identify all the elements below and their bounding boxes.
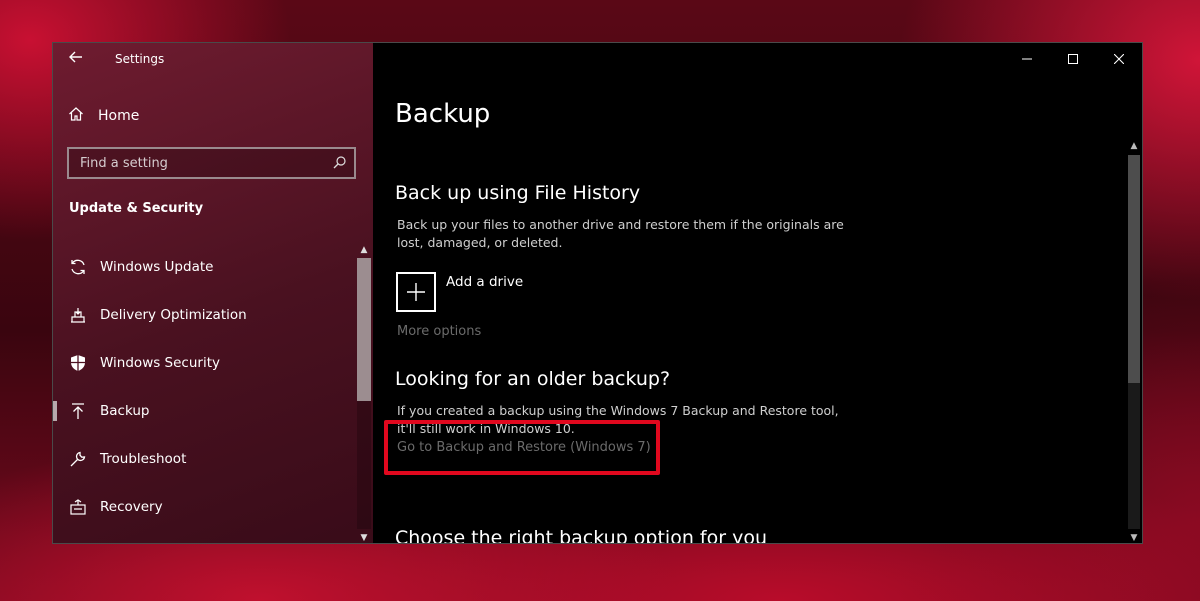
main-scrollbar[interactable]: ▲ ▼ xyxy=(1126,139,1142,543)
scroll-up-icon[interactable]: ▲ xyxy=(356,243,372,257)
search-input[interactable] xyxy=(80,155,333,171)
wrench-icon xyxy=(68,449,88,469)
scrollbar-track[interactable] xyxy=(1128,383,1140,529)
sidebar-item-label: Recovery xyxy=(100,499,163,515)
sidebar-item-windows-update[interactable]: Windows Update xyxy=(53,243,358,291)
sidebar: Settings Home Update & Security Windows … xyxy=(53,43,373,543)
section-title: Update & Security xyxy=(69,201,204,216)
sync-icon xyxy=(68,257,88,277)
scrollbar-track[interactable] xyxy=(357,401,371,529)
sidebar-item-label: Troubleshoot xyxy=(100,451,187,467)
scroll-up-icon[interactable]: ▲ xyxy=(1126,139,1142,153)
main-panel: Backup Back up using File History Back u… xyxy=(373,43,1142,543)
back-arrow-icon[interactable] xyxy=(63,49,89,69)
file-history-description: Back up your files to another drive and … xyxy=(397,217,844,250)
scroll-down-icon[interactable]: ▼ xyxy=(1126,531,1142,543)
sidebar-item-label: Delivery Optimization xyxy=(100,307,247,323)
scrollbar-thumb[interactable] xyxy=(357,258,371,401)
page-title: Backup xyxy=(395,99,491,129)
app-title: Settings xyxy=(115,52,165,66)
add-drive-button[interactable]: Add a drive xyxy=(396,272,523,312)
sidebar-scrollbar[interactable]: ▲ ▼ xyxy=(356,243,372,543)
sidebar-item-troubleshoot[interactable]: Troubleshoot xyxy=(53,435,358,483)
scroll-down-icon[interactable]: ▼ xyxy=(356,531,372,543)
settings-window: Settings Home Update & Security Windows … xyxy=(52,42,1143,544)
recovery-icon xyxy=(68,497,88,517)
sidebar-item-backup[interactable]: Backup xyxy=(53,387,358,435)
sidebar-item-recovery[interactable]: Recovery xyxy=(53,483,358,531)
highlight-box xyxy=(384,420,660,475)
nav-list: Windows Update Delivery Optimization Win… xyxy=(53,243,358,531)
sidebar-item-label: Windows Security xyxy=(100,355,220,371)
sidebar-item-delivery-optimization[interactable]: Delivery Optimization xyxy=(53,291,358,339)
search-box[interactable] xyxy=(67,147,356,179)
add-drive-label: Add a drive xyxy=(446,274,524,290)
file-history-heading: Back up using File History xyxy=(395,182,641,204)
home-label: Home xyxy=(98,108,140,124)
shield-icon xyxy=(68,353,88,373)
backup-arrow-icon xyxy=(68,401,88,421)
search-icon[interactable] xyxy=(333,154,346,173)
close-icon[interactable] xyxy=(1096,43,1142,75)
sidebar-item-windows-security[interactable]: Windows Security xyxy=(53,339,358,387)
sidebar-item-label: Backup xyxy=(100,403,150,419)
home-icon xyxy=(68,106,84,126)
maximize-icon[interactable] xyxy=(1050,43,1096,75)
sidebar-item-label: Windows Update xyxy=(100,259,214,275)
right-backup-option-heading: Choose the right backup option for you xyxy=(395,527,767,544)
home-link[interactable]: Home xyxy=(68,105,139,127)
minimize-icon[interactable] xyxy=(1004,43,1050,75)
delivery-optimization-icon xyxy=(68,305,88,325)
older-backup-heading: Looking for an older backup? xyxy=(395,368,671,390)
plus-icon xyxy=(396,272,436,312)
scrollbar-thumb[interactable] xyxy=(1128,155,1140,383)
more-options-link[interactable]: More options xyxy=(397,324,481,339)
